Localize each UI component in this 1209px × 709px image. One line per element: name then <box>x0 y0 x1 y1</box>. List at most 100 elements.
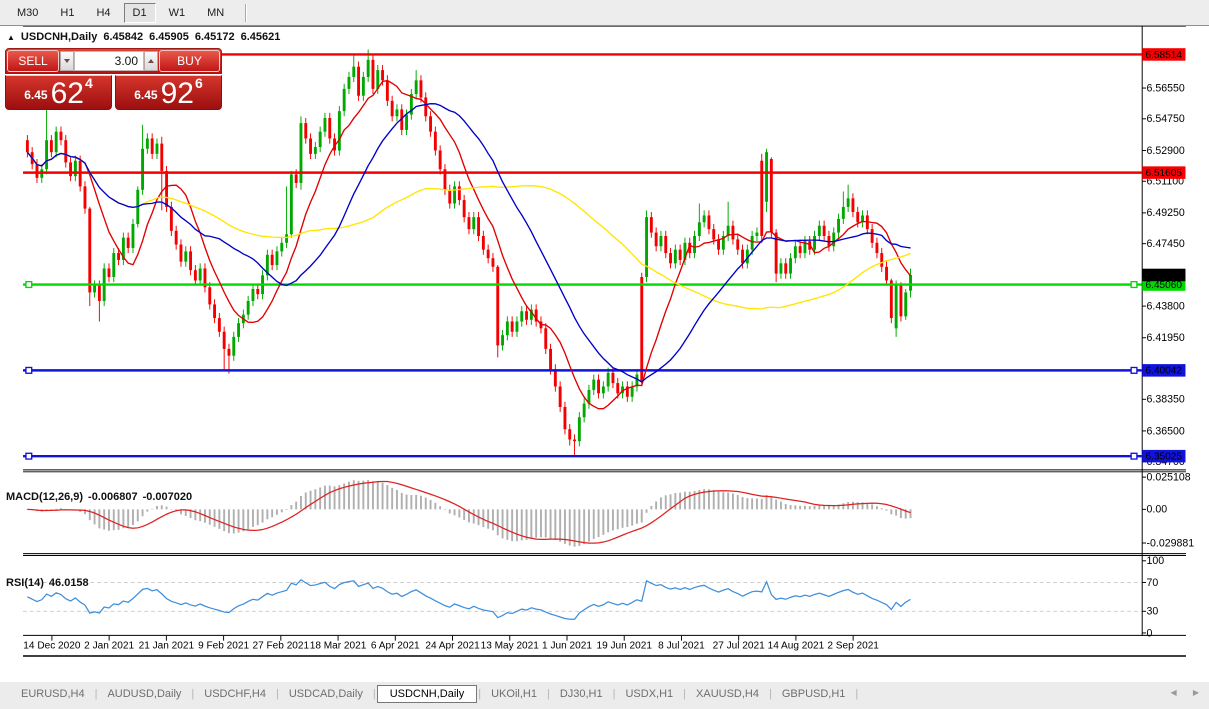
candle-body <box>630 386 634 397</box>
sell-price-quote[interactable]: 6.45 62 4 <box>5 75 112 110</box>
line-handle[interactable] <box>1130 452 1138 460</box>
buy-price-quote[interactable]: 6.45 92 6 <box>115 75 222 110</box>
candle-body <box>889 280 893 319</box>
line-handle[interactable] <box>1130 280 1138 289</box>
candle-body <box>112 253 116 278</box>
line-handle[interactable] <box>1130 366 1138 374</box>
candle-body <box>184 251 188 262</box>
candle-body <box>448 189 452 204</box>
macd-bar <box>741 497 744 510</box>
chart-tab-gbpusd[interactable]: GBPUSD,H1 <box>773 685 855 703</box>
chart-tab-eurusd[interactable]: EURUSD,H4 <box>12 685 94 703</box>
volume-decrease-button[interactable] <box>60 51 74 71</box>
macd-bar <box>626 509 629 527</box>
chart-tab-dj30[interactable]: DJ30,H1 <box>551 685 612 703</box>
timeframe-button-d1[interactable]: D1 <box>123 2 156 23</box>
macd-bar <box>482 509 485 528</box>
macd-bar <box>631 509 634 526</box>
macd-bar <box>443 509 446 510</box>
macd-bar <box>645 509 648 513</box>
sell-price-prefix: 6.45 <box>24 88 48 102</box>
chart-tab-audusd[interactable]: AUDUSD,Daily <box>98 685 190 703</box>
macd-bar <box>299 495 302 510</box>
candle-body <box>501 335 504 346</box>
candle-body <box>544 328 548 349</box>
macd-bar <box>194 509 197 521</box>
macd-bar <box>847 501 850 510</box>
line-handle[interactable] <box>25 452 33 460</box>
candle-body <box>616 383 620 394</box>
candle-body <box>64 140 68 163</box>
date-axis-label: 19 Jun 2021 <box>596 640 652 651</box>
macd-bar <box>391 487 394 510</box>
macd-bar <box>136 509 139 522</box>
chart-tab-usdcad[interactable]: USDCAD,Daily <box>280 685 372 703</box>
date-axis-label: 18 Mar 2021 <box>310 640 367 651</box>
ohlc-open-value: 6.45842 <box>103 31 144 43</box>
chart-tab-usdcnh[interactable]: USDCNH,Daily <box>376 684 478 703</box>
macd-bar <box>775 499 778 510</box>
price-badge-label: 6.45621 <box>1146 270 1183 281</box>
candle-body <box>381 70 384 81</box>
macd-bar <box>722 492 725 510</box>
timeframe-button-m30[interactable]: M30 <box>8 3 47 23</box>
line-handle[interactable] <box>25 280 33 289</box>
timeframe-button-mn[interactable]: MN <box>198 3 233 23</box>
macd-bar <box>275 509 278 515</box>
candle-body <box>899 283 903 317</box>
tab-scroll-right-icon[interactable]: ▶ <box>1193 688 1199 697</box>
tab-separator: | <box>94 687 98 700</box>
macd-bar <box>400 492 403 510</box>
volume-increase-button[interactable] <box>144 51 158 71</box>
candle-body <box>193 270 197 281</box>
candle-body <box>654 232 658 247</box>
macd-bar <box>760 498 763 510</box>
timeframe-button-h4[interactable]: H4 <box>87 3 119 23</box>
tab-separator: | <box>855 687 859 700</box>
candle-body <box>741 249 744 264</box>
collapse-triangle-icon[interactable]: ▲ <box>7 33 15 42</box>
candle-body <box>553 369 557 387</box>
candle-body <box>131 224 135 248</box>
candle-body <box>169 206 173 231</box>
macd-bar <box>827 505 830 510</box>
chart-tab-xauusd[interactable]: XAUUSD,H4 <box>687 685 768 703</box>
macd-bar <box>156 505 158 510</box>
macd-bar <box>635 509 638 524</box>
macd-bar <box>218 509 221 529</box>
candle-body <box>35 164 39 178</box>
candle-body <box>59 131 63 141</box>
chart-tab-ukoil[interactable]: UKOil,H1 <box>482 685 546 703</box>
timeframe-button-h1[interactable]: H1 <box>51 3 83 23</box>
line-handle[interactable] <box>25 366 33 374</box>
chart-canvas[interactable]: 6.565506.547506.529006.511006.492506.474… <box>0 26 1209 682</box>
macd-bar <box>323 485 326 510</box>
chart-symbol-label: USDCNH,Daily <box>20 31 98 43</box>
buy-button[interactable]: BUY <box>159 50 220 72</box>
macd-bar <box>784 503 787 510</box>
macd-bar <box>559 509 562 542</box>
chart-tab-usdchf[interactable]: USDCHF,H4 <box>195 685 275 703</box>
macd-bar <box>515 509 518 542</box>
macd-bar <box>655 501 658 510</box>
macd-bar <box>875 506 878 510</box>
candle-body <box>601 386 605 394</box>
candle-body <box>765 152 768 202</box>
volume-input[interactable] <box>74 51 144 71</box>
macd-bar <box>371 481 374 510</box>
sell-button[interactable]: SELL <box>7 50 59 72</box>
trade-panel-quotes: 6.45 62 4 6.45 92 6 <box>5 75 222 110</box>
candle-body <box>213 304 217 319</box>
macd-bar <box>727 492 730 510</box>
price-axis-label: 6.43800 <box>1147 300 1185 312</box>
candle-body <box>313 147 317 154</box>
candle-body <box>453 186 456 204</box>
candle-body <box>25 140 29 153</box>
chart-tab-usdx[interactable]: USDX,H1 <box>616 685 682 703</box>
candle-body <box>342 88 346 112</box>
date-axis-label: 21 Jan 2021 <box>139 640 195 651</box>
timeframe-button-w1[interactable]: W1 <box>160 3 195 23</box>
candle-body <box>222 331 226 349</box>
tab-scroll-left-icon[interactable]: ◀ <box>1170 688 1176 697</box>
macd-bar <box>640 509 643 523</box>
